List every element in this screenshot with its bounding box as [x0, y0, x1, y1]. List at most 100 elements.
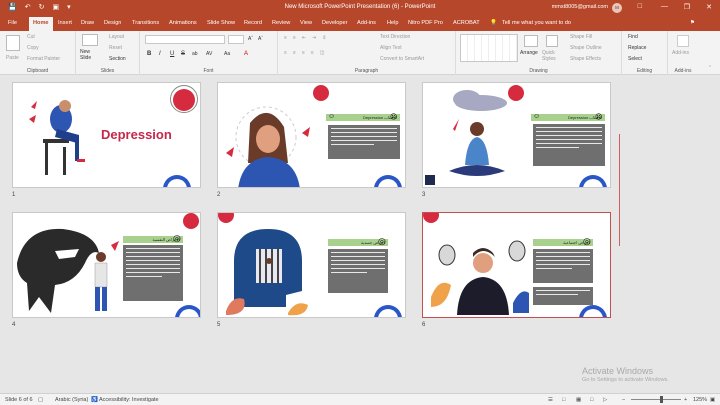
- minimize-icon[interactable]: —: [661, 3, 668, 10]
- columns-icon[interactable]: ◫: [320, 50, 325, 56]
- paste-button[interactable]: Paste: [6, 55, 19, 61]
- slide-number-4: 4: [12, 322, 16, 328]
- change-case-button[interactable]: Aa: [224, 51, 230, 57]
- slide-thumbnail-3[interactable]: Depression الاكتئاب ☺ ☹: [422, 82, 611, 188]
- numbering-icon[interactable]: ≡: [293, 35, 296, 44]
- zoom-slider-thumb[interactable]: [660, 396, 663, 403]
- tab-insert[interactable]: Insert: [58, 20, 72, 26]
- slide-thumbnail-4[interactable]: الاعراض النفسية ◎: [12, 212, 201, 318]
- tell-me-input[interactable]: Tell me what you want to do: [502, 20, 571, 26]
- tab-animations[interactable]: Animations: [169, 20, 197, 26]
- increase-indent-icon[interactable]: ⇥: [312, 35, 316, 44]
- tab-draw[interactable]: Draw: [81, 20, 94, 26]
- align-center-icon[interactable]: ≡: [293, 50, 296, 56]
- accessibility-status[interactable]: Accessibility: Investigate: [99, 397, 159, 403]
- maximize-icon[interactable]: ❐: [684, 3, 690, 11]
- format-painter-button[interactable]: Format Painter: [27, 56, 60, 62]
- tab-file[interactable]: File: [8, 20, 17, 26]
- tab-home[interactable]: Home: [29, 17, 53, 31]
- normal-view-icon[interactable]: □: [562, 397, 565, 403]
- select-button[interactable]: Select: [628, 56, 642, 62]
- slides-label: Slides: [100, 68, 115, 74]
- reset-button[interactable]: Reset: [109, 45, 122, 51]
- tab-design[interactable]: Design: [104, 20, 121, 26]
- slide-1-title: Depression: [101, 127, 172, 142]
- ribbon-tabs: File Home Insert Draw Design Transitions…: [0, 16, 720, 31]
- new-slide-button[interactable]: New Slide: [80, 49, 102, 61]
- slide-thumbnail-1[interactable]: Depression: [12, 82, 201, 188]
- zoom-level[interactable]: 125%: [693, 397, 707, 403]
- language-indicator[interactable]: Arabic (Syria): [55, 397, 88, 403]
- tab-nitro-pdf[interactable]: Nitro PDF Pro: [408, 20, 443, 26]
- bold-button[interactable]: B: [147, 51, 151, 57]
- font-color-button[interactable]: A: [244, 51, 248, 57]
- shape-fill-button[interactable]: Shape Fill: [570, 34, 592, 40]
- line-spacing-icon[interactable]: ⇕: [322, 35, 326, 44]
- align-left-icon[interactable]: ≡: [284, 50, 287, 56]
- share-icon[interactable]: ⚑: [690, 20, 695, 26]
- zoom-slider[interactable]: [631, 399, 681, 400]
- notes-icon[interactable]: ☰: [548, 397, 553, 403]
- justify-icon[interactable]: ≡: [311, 50, 314, 56]
- tab-acrobat[interactable]: ACROBAT: [453, 20, 480, 26]
- section-button[interactable]: Section: [109, 56, 126, 62]
- add-ins-icon[interactable]: [677, 35, 689, 47]
- slideshow-view-icon[interactable]: ▷: [603, 397, 607, 403]
- shape-effects-button[interactable]: Shape Effects: [570, 56, 601, 62]
- quick-styles-icon[interactable]: [546, 35, 558, 47]
- tab-developer[interactable]: Developer: [322, 20, 348, 26]
- decor-blue-arc: [579, 175, 607, 187]
- slide-number-2: 2: [217, 192, 221, 198]
- bullets-icon[interactable]: ≡: [284, 35, 287, 44]
- new-slide-icon[interactable]: [82, 34, 98, 46]
- tab-record[interactable]: Record: [244, 20, 262, 26]
- convert-smartart-button[interactable]: Convert to SmartArt: [380, 56, 424, 62]
- tab-view[interactable]: View: [300, 20, 312, 26]
- slide-thumbnail-2[interactable]: Depression الاكتئاب ☺ ☹: [217, 82, 406, 188]
- layout-button[interactable]: Layout: [109, 34, 124, 40]
- strikethrough-button[interactable]: S: [181, 51, 185, 57]
- italic-button[interactable]: I: [159, 51, 161, 57]
- font-name-input[interactable]: [145, 35, 225, 44]
- tab-review[interactable]: Review: [272, 20, 290, 26]
- zoom-in-icon[interactable]: +: [684, 397, 687, 403]
- collapse-ribbon-icon[interactable]: ⌃: [708, 65, 712, 71]
- avatar[interactable]: M: [612, 3, 622, 13]
- close-icon[interactable]: ✕: [706, 3, 712, 11]
- paste-icon[interactable]: [6, 35, 20, 51]
- slide-thumbnail-6[interactable]: اعراض اجتماعية ◎: [422, 212, 611, 318]
- text-direction-button[interactable]: Text Direction: [380, 34, 410, 40]
- arrange-button[interactable]: Arrange: [520, 50, 538, 56]
- grow-font-icon[interactable]: Aˆ: [248, 36, 253, 42]
- shrink-font-icon[interactable]: Aˇ: [258, 36, 263, 42]
- spelling-icon[interactable]: ▢: [38, 397, 43, 403]
- account-name[interactable]: mmst8005@gmail.com: [552, 4, 608, 10]
- tab-help[interactable]: Help: [387, 20, 399, 26]
- shape-outline-button[interactable]: Shape Outline: [570, 45, 602, 51]
- arrange-icon[interactable]: [524, 35, 538, 47]
- underline-button[interactable]: U: [170, 51, 174, 57]
- tab-slide-show[interactable]: Slide Show: [207, 20, 235, 26]
- char-spacing-button[interactable]: AV: [206, 51, 212, 57]
- copy-button[interactable]: Copy: [27, 45, 39, 51]
- slide-sorter-view-icon[interactable]: ▦: [576, 397, 581, 403]
- decrease-indent-icon[interactable]: ⇤: [302, 35, 306, 44]
- ribbon-display-icon[interactable]: □: [638, 3, 642, 10]
- align-text-button[interactable]: Align Text: [380, 45, 402, 51]
- font-size-input[interactable]: [228, 35, 244, 44]
- shadow-button[interactable]: ab: [192, 51, 198, 57]
- align-right-icon[interactable]: ≡: [302, 50, 305, 56]
- slide-number-6: 6: [422, 322, 426, 328]
- add-ins-button[interactable]: Add-ins: [672, 50, 689, 56]
- quick-styles-button[interactable]: Quick Styles: [542, 50, 564, 62]
- slide-thumbnail-5[interactable]: اعراض جسدية ◎: [217, 212, 406, 318]
- tab-add-ins[interactable]: Add-ins: [357, 20, 376, 26]
- zoom-out-icon[interactable]: –: [622, 397, 625, 403]
- cut-button[interactable]: Cut: [27, 34, 35, 40]
- fit-slide-icon[interactable]: ▣: [710, 397, 715, 403]
- replace-button[interactable]: Replace: [628, 45, 646, 51]
- shapes-gallery[interactable]: [460, 34, 518, 62]
- tab-transitions[interactable]: Transitions: [132, 20, 159, 26]
- find-button[interactable]: Find: [628, 34, 638, 40]
- reading-view-icon[interactable]: □: [590, 397, 593, 403]
